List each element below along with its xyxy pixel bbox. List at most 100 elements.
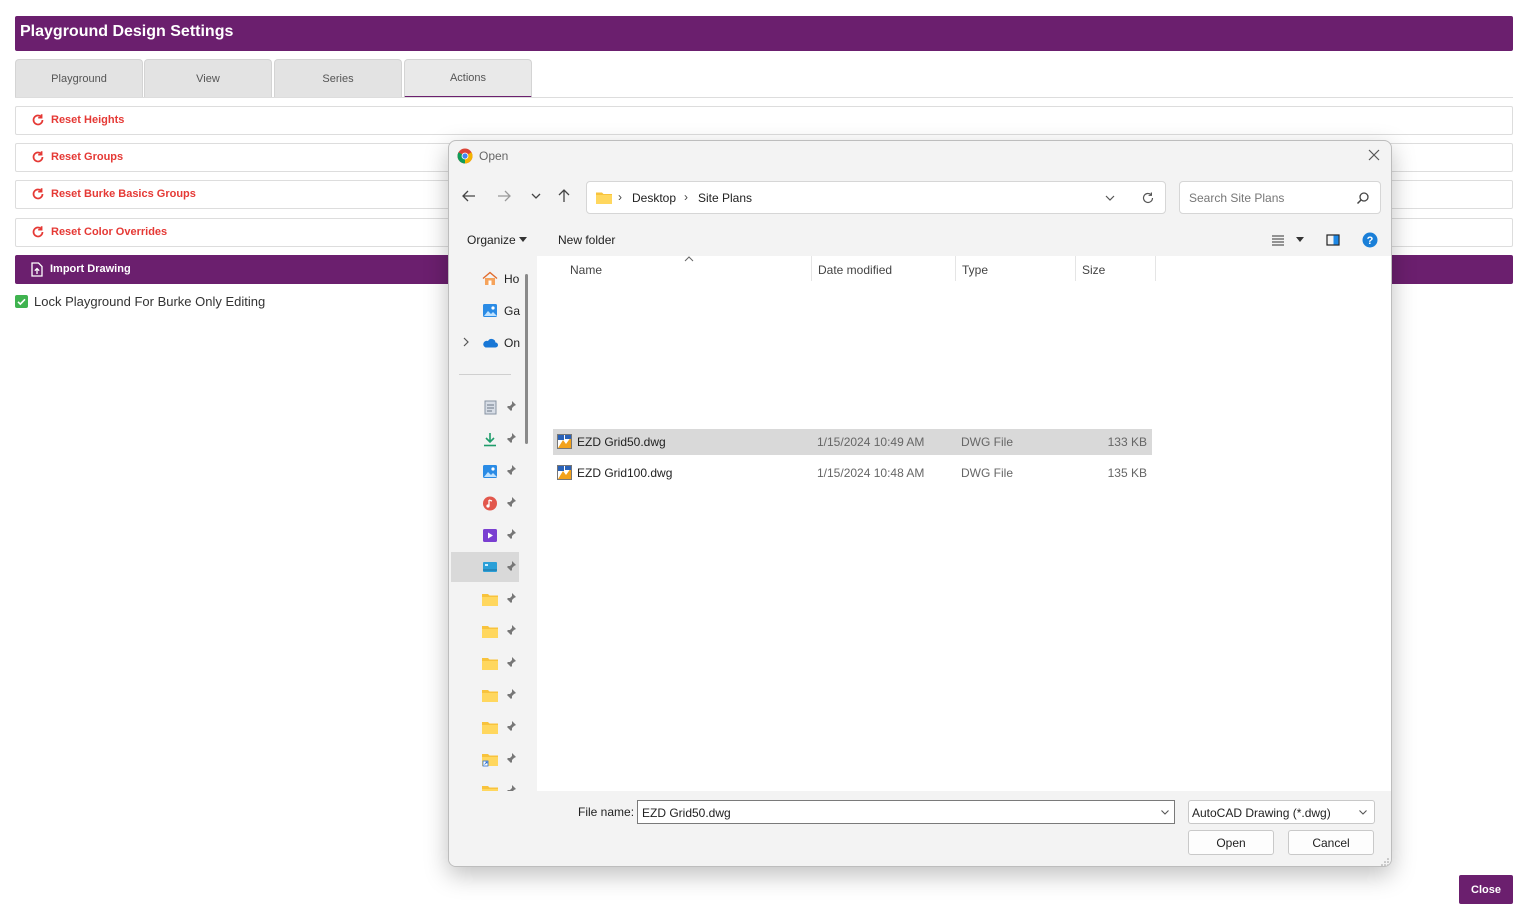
file-name: EZD Grid50.dwg bbox=[577, 435, 666, 449]
quick-access-pictures[interactable] bbox=[451, 456, 519, 486]
chrome-icon bbox=[457, 148, 473, 164]
nav-divider bbox=[459, 374, 511, 375]
open-file-dialog: Open › Desktop › Site Plans Search Site … bbox=[448, 140, 1392, 867]
file-name: EZD Grid100.dwg bbox=[577, 466, 673, 480]
tab-playground[interactable]: Playground bbox=[15, 59, 143, 97]
checkbox-checked-icon[interactable] bbox=[15, 295, 28, 308]
quick-access-music[interactable] bbox=[451, 488, 519, 518]
file-date: 1/15/2024 10:48 AM bbox=[817, 466, 925, 480]
up-arrow-icon[interactable] bbox=[555, 187, 573, 205]
quick-access-folder[interactable] bbox=[451, 712, 519, 742]
column-header-type[interactable]: Type bbox=[962, 263, 988, 277]
search-input[interactable]: Search Site Plans bbox=[1179, 181, 1381, 214]
file-row[interactable]: EZD Grid100.dwg 1/15/2024 10:48 AM DWG F… bbox=[553, 460, 1152, 486]
pin-icon bbox=[506, 625, 516, 636]
forward-arrow-icon[interactable] bbox=[495, 187, 513, 205]
folder-icon bbox=[482, 722, 498, 734]
quick-access-folder[interactable] bbox=[451, 648, 519, 678]
tab-view[interactable]: View bbox=[144, 59, 272, 97]
open-button[interactable]: Open bbox=[1188, 830, 1274, 855]
preview-pane-icon[interactable] bbox=[1326, 233, 1340, 247]
tab-actions[interactable]: Actions bbox=[404, 59, 532, 98]
address-bar[interactable]: › Desktop › Site Plans bbox=[586, 181, 1166, 214]
nav-item-onedrive[interactable]: On bbox=[451, 327, 520, 357]
refresh-icon bbox=[32, 226, 44, 238]
folder-icon bbox=[482, 626, 498, 638]
quick-access-folder[interactable] bbox=[451, 584, 519, 614]
refresh-icon[interactable] bbox=[1141, 191, 1155, 205]
quick-access-videos[interactable] bbox=[451, 520, 519, 550]
column-header-date[interactable]: Date modified bbox=[818, 263, 892, 277]
recent-locations-chevron-icon[interactable] bbox=[527, 187, 545, 205]
quick-access-folder[interactable] bbox=[451, 616, 519, 646]
organize-menu[interactable]: Organize bbox=[467, 233, 516, 247]
nav-pane-scrollbar[interactable] bbox=[525, 274, 528, 444]
search-icon bbox=[1356, 192, 1369, 205]
breadcrumb-site-plans[interactable]: Site Plans bbox=[698, 191, 752, 205]
downloads-icon bbox=[484, 433, 496, 447]
column-header-name[interactable]: Name bbox=[570, 263, 602, 277]
file-size: 135 KB bbox=[1107, 466, 1147, 480]
quick-access-folder[interactable] bbox=[451, 776, 519, 791]
dialog-footer: File name: EZD Grid50.dwg AutoCAD Drawin… bbox=[449, 791, 1391, 866]
documents-icon bbox=[484, 400, 497, 415]
chevron-down-icon[interactable] bbox=[1103, 191, 1117, 205]
column-divider[interactable] bbox=[1155, 256, 1156, 281]
onedrive-icon bbox=[483, 338, 498, 348]
reset-color-overrides-label: Reset Color Overrides bbox=[51, 226, 168, 238]
pin-icon bbox=[506, 529, 516, 540]
column-divider[interactable] bbox=[955, 256, 956, 281]
view-options-caret-icon[interactable] bbox=[1296, 237, 1304, 242]
file-type: DWG File bbox=[961, 435, 1013, 449]
quick-access-desktop[interactable] bbox=[451, 552, 519, 582]
quick-access-folder-shortcut[interactable] bbox=[451, 744, 519, 774]
file-type: DWG File bbox=[961, 466, 1013, 480]
help-icon[interactable]: ? bbox=[1362, 232, 1378, 248]
reset-heights-button[interactable]: Reset Heights bbox=[15, 106, 1513, 135]
file-type-select[interactable]: AutoCAD Drawing (*.dwg) bbox=[1188, 800, 1375, 824]
column-divider[interactable] bbox=[811, 256, 812, 281]
pin-icon bbox=[506, 593, 516, 604]
nav-item-home[interactable]: Ho bbox=[451, 263, 519, 293]
file-name-label: File name: bbox=[578, 805, 635, 819]
column-divider[interactable] bbox=[1075, 256, 1076, 281]
music-icon bbox=[483, 496, 497, 511]
organize-caret-icon[interactable] bbox=[519, 237, 527, 242]
lock-playground-label: Lock Playground For Burke Only Editing bbox=[34, 294, 266, 309]
tab-series[interactable]: Series bbox=[274, 59, 402, 97]
pin-icon bbox=[506, 689, 516, 700]
close-icon[interactable] bbox=[1365, 146, 1383, 164]
quick-access-downloads[interactable] bbox=[451, 424, 519, 454]
pin-icon bbox=[507, 785, 516, 791]
app-header: Playground Design Settings bbox=[15, 16, 1513, 51]
import-drawing-label: Import Drawing bbox=[50, 263, 131, 275]
resize-grip-icon[interactable] bbox=[1381, 858, 1389, 866]
pin-icon bbox=[506, 561, 516, 572]
folder-icon bbox=[482, 594, 498, 606]
dwg-file-icon bbox=[557, 465, 572, 480]
dialog-title: Open bbox=[479, 149, 509, 163]
back-arrow-icon[interactable] bbox=[460, 187, 478, 205]
folder-icon bbox=[482, 658, 498, 670]
refresh-icon bbox=[32, 151, 44, 163]
page-title: Playground Design Settings bbox=[20, 23, 234, 40]
cancel-button[interactable]: Cancel bbox=[1288, 830, 1374, 855]
file-name-input[interactable]: EZD Grid50.dwg bbox=[637, 800, 1175, 824]
quick-access-documents[interactable] bbox=[451, 392, 519, 422]
search-placeholder: Search Site Plans bbox=[1189, 191, 1285, 205]
file-list: Name Date modified Type Size EZD Grid50.… bbox=[537, 256, 1391, 791]
chevron-down-icon[interactable] bbox=[1160, 807, 1170, 817]
desktop-icon bbox=[483, 562, 497, 572]
nav-item-gallery[interactable]: Ga bbox=[451, 295, 521, 325]
file-row[interactable]: EZD Grid50.dwg 1/15/2024 10:49 AM DWG Fi… bbox=[553, 429, 1152, 455]
videos-icon bbox=[483, 529, 497, 542]
home-icon bbox=[482, 271, 498, 285]
quick-access-folder[interactable] bbox=[451, 680, 519, 710]
breadcrumb-desktop[interactable]: Desktop bbox=[632, 191, 676, 205]
close-button[interactable]: Close bbox=[1459, 875, 1513, 904]
view-list-icon[interactable] bbox=[1271, 233, 1285, 247]
chevron-down-icon bbox=[1359, 810, 1367, 815]
nav-item-label: Ga bbox=[504, 304, 521, 318]
column-header-size[interactable]: Size bbox=[1082, 263, 1105, 277]
new-folder-button[interactable]: New folder bbox=[558, 233, 615, 247]
